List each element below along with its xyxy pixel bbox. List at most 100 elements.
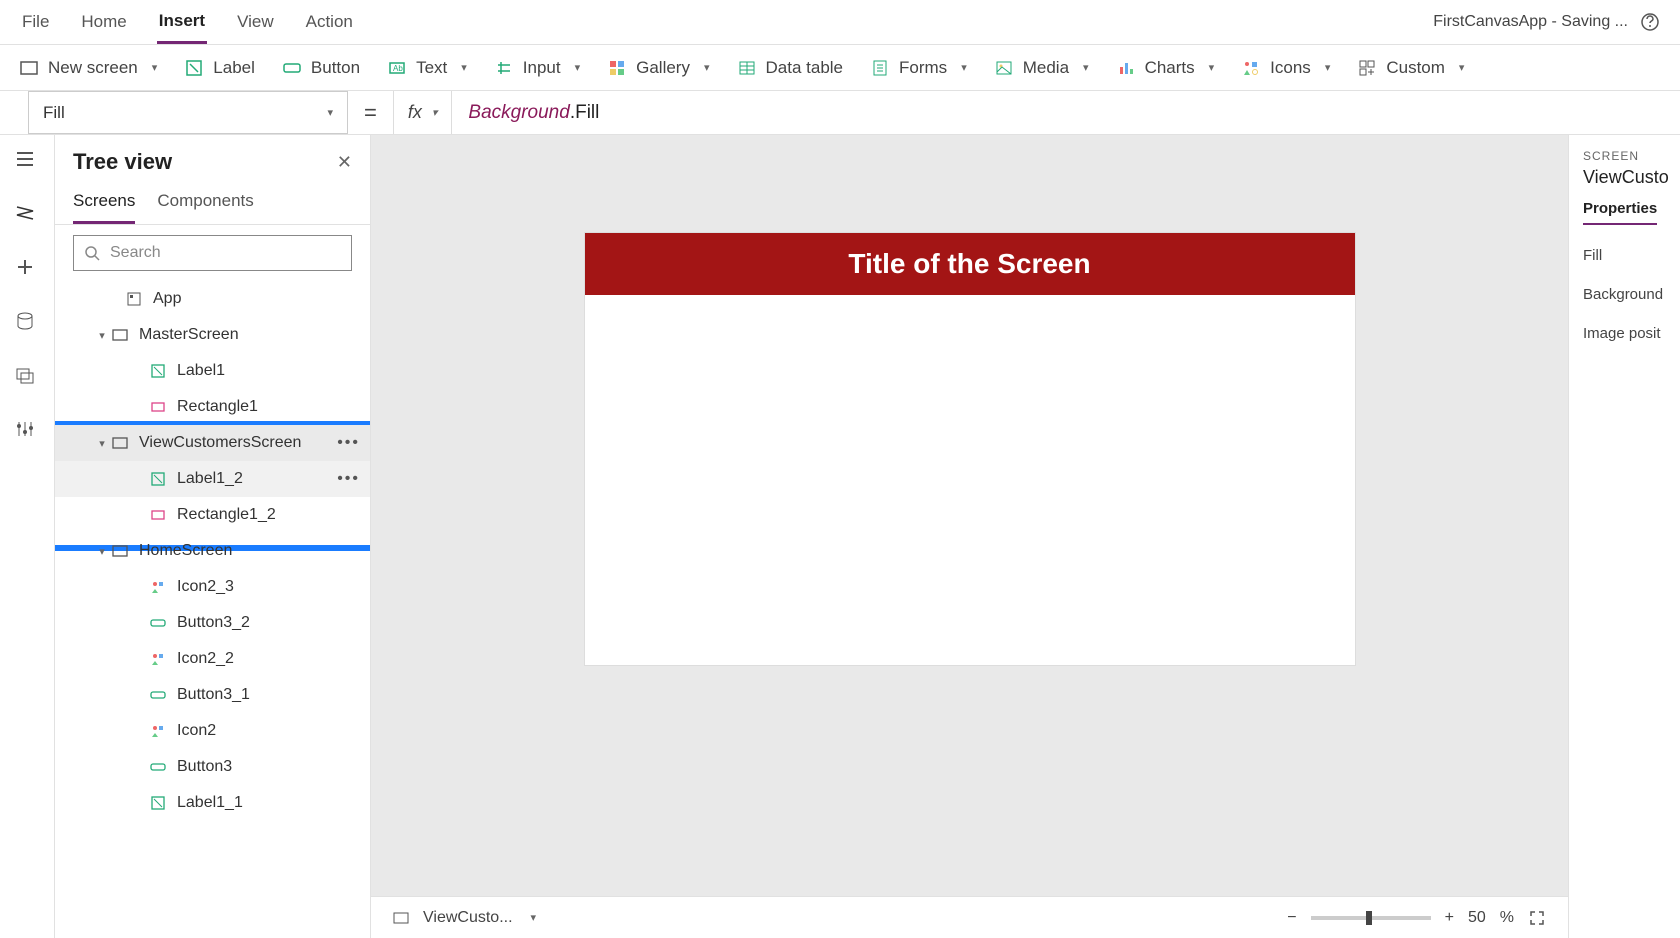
hamburger-icon[interactable] [15, 149, 39, 173]
media-button[interactable]: Media▾ [995, 58, 1089, 78]
tree-node-label: MasterScreen [139, 326, 239, 344]
menu-action[interactable]: Action [304, 2, 355, 42]
close-icon[interactable]: ✕ [337, 152, 352, 173]
zoom-pct-sign: % [1500, 909, 1514, 927]
screen-preview[interactable]: Title of the Screen [585, 233, 1355, 665]
tab-properties[interactable]: Properties [1583, 200, 1657, 225]
more-icon[interactable]: ••• [337, 470, 360, 488]
add-icon[interactable] [15, 257, 39, 281]
prop-image-position[interactable]: Image posit [1583, 325, 1680, 342]
tree-node-app[interactable]: App [55, 281, 370, 317]
label-button[interactable]: Label [185, 58, 255, 78]
tree-node-icon2[interactable]: Icon2 [55, 713, 370, 749]
tree-node-button3_1[interactable]: Button3_1 [55, 677, 370, 713]
selected-screen-name: ViewCusto [1583, 167, 1680, 188]
icons-icon [1242, 59, 1260, 77]
input-icon [495, 59, 513, 77]
prop-background[interactable]: Background [1583, 286, 1680, 303]
tree-node-masterscreen[interactable]: ▾ MasterScreen [55, 317, 370, 353]
new-screen-icon [20, 59, 38, 77]
chevron-down-icon[interactable]: ▾ [531, 911, 537, 924]
tree-node-icon2_2[interactable]: Icon2_2 [55, 641, 370, 677]
fx-button[interactable]: fx▾ [393, 91, 453, 134]
tree-node-label: ViewCustomersScreen [139, 434, 301, 452]
property-selector[interactable]: Fill ▾ [28, 91, 348, 134]
tree-node-label1[interactable]: Label1 [55, 353, 370, 389]
chevron-down-icon: ▾ [1083, 61, 1089, 74]
tab-screens[interactable]: Screens [73, 185, 135, 224]
chevron-down-icon: ▾ [432, 106, 438, 119]
more-icon[interactable]: ••• [337, 434, 360, 452]
button-icon [149, 758, 167, 776]
label-icon [149, 470, 167, 488]
tree-node-icon2_3[interactable]: Icon2_3 [55, 569, 370, 605]
tab-components[interactable]: Components [157, 185, 253, 224]
label-icon [185, 59, 203, 77]
gallery-button[interactable]: Gallery▾ [608, 58, 709, 78]
text-button[interactable]: Ab Text▾ [388, 58, 467, 78]
left-nav-rail [0, 135, 55, 938]
advanced-tools-icon[interactable] [15, 419, 39, 443]
screen-icon [111, 326, 129, 344]
search-icon [84, 245, 100, 261]
screen-selector-icon[interactable] [393, 910, 409, 926]
fit-screen-icon[interactable] [1528, 909, 1546, 927]
tree-node-rectangle1[interactable]: Rectangle1 [55, 389, 370, 425]
tree-node-button3[interactable]: Button3 [55, 749, 370, 785]
screen-icon [111, 434, 129, 452]
menu-home[interactable]: Home [79, 2, 128, 42]
chevron-down-icon: ▾ [704, 61, 710, 74]
forms-button[interactable]: Forms▾ [871, 58, 967, 78]
zoom-in-button[interactable]: + [1445, 909, 1454, 927]
tree-node-rectangle1_2[interactable]: Rectangle1_2 [55, 497, 370, 533]
menu-file[interactable]: File [20, 2, 51, 42]
rect-icon [149, 506, 167, 524]
tree-node-label: Label1_1 [177, 794, 243, 812]
tree-node-label: Label1_2 [177, 470, 243, 488]
data-icon[interactable] [15, 311, 39, 335]
chevron-down-icon[interactable]: ▾ [93, 437, 111, 450]
new-screen-button[interactable]: New screen▾ [20, 58, 157, 78]
tree-node-label: Button3 [177, 758, 232, 776]
screen-selector[interactable]: ViewCusto... [423, 909, 513, 927]
chevron-down-icon: ▾ [327, 106, 333, 119]
help-icon[interactable] [1640, 12, 1660, 32]
zoom-slider[interactable] [1311, 916, 1431, 920]
tree-node-viewcustomersscreen[interactable]: ▾ ViewCustomersScreen ••• [55, 425, 370, 461]
media-rail-icon[interactable] [15, 365, 39, 389]
gallery-icon [608, 59, 626, 77]
formula-input[interactable]: Background.Fill [452, 101, 615, 124]
custom-button[interactable]: Custom▾ [1358, 58, 1464, 78]
chevron-down-icon: ▾ [575, 61, 581, 74]
label-icon [149, 794, 167, 812]
forms-icon [871, 59, 889, 77]
data-table-button[interactable]: Data table [738, 58, 844, 78]
button-button[interactable]: Button [283, 58, 360, 78]
tree-view-icon[interactable] [15, 203, 39, 227]
tree-node-label: Rectangle1 [177, 398, 258, 416]
menu-view[interactable]: View [235, 2, 276, 42]
input-button[interactable]: Input▾ [495, 58, 580, 78]
zoom-out-button[interactable]: − [1287, 909, 1296, 927]
tree-node-label: Icon2 [177, 722, 216, 740]
charts-button[interactable]: Charts▾ [1117, 58, 1215, 78]
prop-fill[interactable]: Fill [1583, 247, 1680, 264]
search-input[interactable]: Search [73, 235, 352, 271]
tree-node-label: Button3_1 [177, 686, 250, 704]
insert-ribbon: New screen▾ Label Button Ab Text▾ Input▾… [0, 45, 1680, 91]
button-icon [149, 686, 167, 704]
tree-node-label: Icon2_3 [177, 578, 234, 596]
chevron-down-icon[interactable]: ▾ [93, 545, 111, 558]
menu-insert[interactable]: Insert [157, 1, 207, 44]
screen-icon [111, 542, 129, 560]
tree-node-homescreen[interactable]: ▾HomeScreen [55, 533, 370, 569]
icons-button[interactable]: Icons▾ [1242, 58, 1330, 78]
chevron-down-icon[interactable]: ▾ [93, 329, 111, 342]
charts-icon [1117, 59, 1135, 77]
rect-icon [149, 398, 167, 416]
tree-node-button3_2[interactable]: Button3_2 [55, 605, 370, 641]
tree-node-label1_2[interactable]: Label1_2 ••• [55, 461, 370, 497]
tree-node-label1_1[interactable]: Label1_1 [55, 785, 370, 821]
tree-body[interactable]: ☝ App▾MasterScreenLabel1Rectangle1▾ViewC… [55, 281, 370, 938]
chevron-down-icon: ▾ [961, 61, 967, 74]
